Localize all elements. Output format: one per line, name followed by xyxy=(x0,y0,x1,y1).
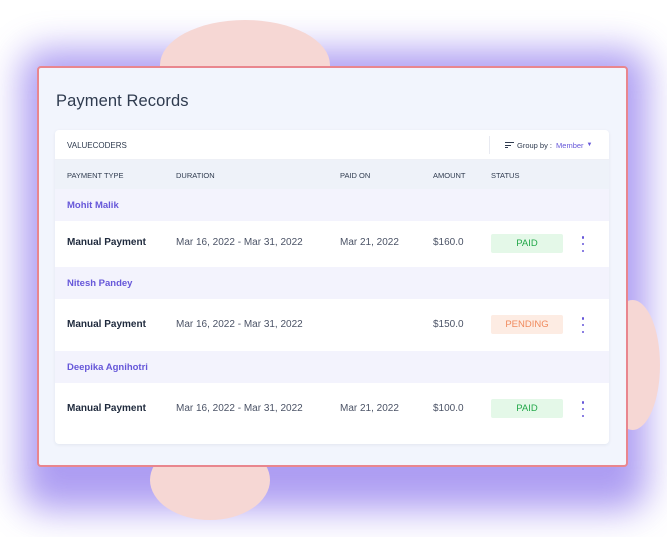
table-toolbar: VALUECODERS Group by : Member ▼ xyxy=(55,130,609,160)
page-title: Payment Records xyxy=(56,92,189,110)
member-group-header: Mohit Malik xyxy=(55,189,609,221)
table-header: PAYMENT TYPE DURATION PAID ON AMOUNT STA… xyxy=(55,160,609,189)
filter-lines-icon xyxy=(505,141,514,150)
paid-on-cell: Mar 21, 2022 xyxy=(340,403,399,414)
caret-down-icon: ▼ xyxy=(586,142,593,148)
payment-records-panel: Payment Records VALUECODERS Group by : M… xyxy=(37,66,628,467)
column-header-paid-on: PAID ON xyxy=(340,171,371,180)
group-by-dropdown[interactable]: Group by : Member ▼ xyxy=(489,136,609,154)
group-by-label: Group by : xyxy=(517,140,553,150)
group-by-value: Member xyxy=(556,140,584,150)
member-group-header: Deepika Agnihotri xyxy=(55,351,609,383)
duration-cell: Mar 16, 2022 - Mar 31, 2022 xyxy=(176,403,303,414)
paid-on-cell: Mar 21, 2022 xyxy=(340,237,399,248)
member-name: Nitesh Pandey xyxy=(67,278,133,289)
payment-type-cell: Manual Payment xyxy=(67,237,146,248)
table-row: Manual Payment Mar 16, 2022 - Mar 31, 20… xyxy=(55,383,609,435)
duration-cell: Mar 16, 2022 - Mar 31, 2022 xyxy=(176,237,303,248)
more-options-icon[interactable] xyxy=(580,317,586,333)
amount-cell: $160.0 xyxy=(433,237,464,248)
column-header-duration: DURATION xyxy=(176,171,215,180)
amount-cell: $100.0 xyxy=(433,403,464,414)
organization-name: VALUECODERS xyxy=(67,141,127,150)
table-row: Manual Payment Mar 16, 2022 - Mar 31, 20… xyxy=(55,299,609,351)
more-options-icon[interactable] xyxy=(580,401,586,417)
status-badge: PAID xyxy=(491,399,563,418)
payment-type-cell: Manual Payment xyxy=(67,403,146,414)
status-badge: PAID xyxy=(491,234,563,253)
column-header-amount: AMOUNT xyxy=(433,171,466,180)
member-name: Deepika Agnihotri xyxy=(67,362,148,373)
column-header-status: STATUS xyxy=(491,171,520,180)
column-header-payment-type: PAYMENT TYPE xyxy=(67,171,124,180)
more-options-icon[interactable] xyxy=(580,236,586,252)
amount-cell: $150.0 xyxy=(433,319,464,330)
payment-records-table: VALUECODERS Group by : Member ▼ PAYMENT … xyxy=(55,130,609,444)
member-name: Mohit Malik xyxy=(67,200,119,211)
payment-type-cell: Manual Payment xyxy=(67,319,146,330)
status-badge: PENDING xyxy=(491,315,563,334)
table-row: Manual Payment Mar 16, 2022 - Mar 31, 20… xyxy=(55,221,609,267)
duration-cell: Mar 16, 2022 - Mar 31, 2022 xyxy=(176,319,303,330)
member-group-header: Nitesh Pandey xyxy=(55,267,609,299)
